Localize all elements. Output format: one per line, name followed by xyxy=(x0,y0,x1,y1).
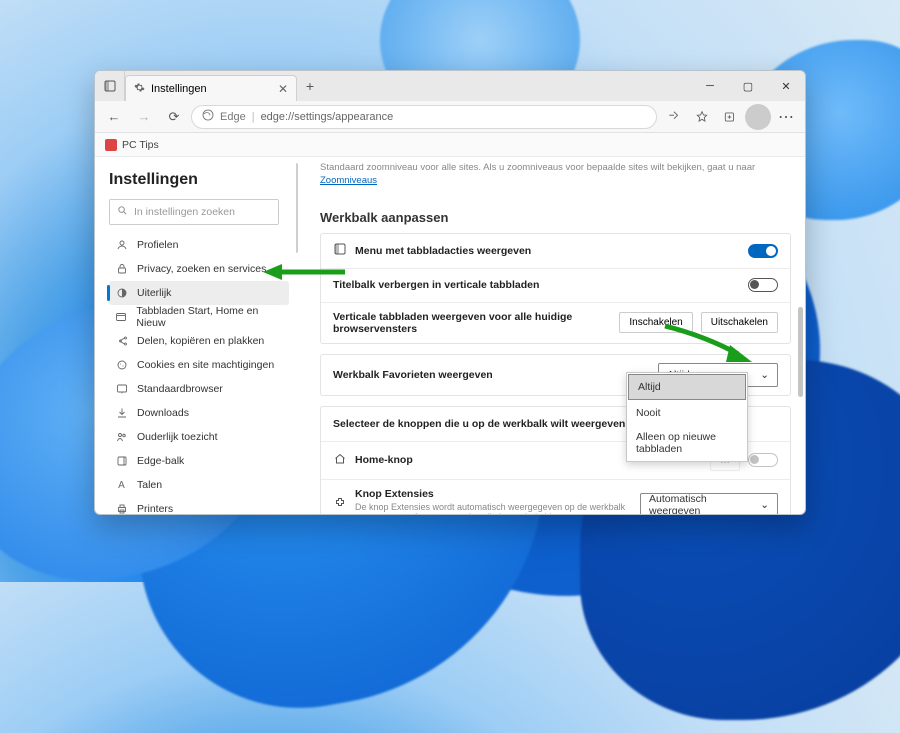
search-placeholder: In instellingen zoeken xyxy=(134,206,235,218)
collections-icon[interactable] xyxy=(717,104,743,130)
enable-button[interactable]: Inschakelen xyxy=(619,312,692,333)
new-tab-button[interactable]: + xyxy=(297,71,323,101)
close-window-button[interactable]: ✕ xyxy=(767,71,805,101)
lock-icon xyxy=(115,263,128,276)
browser-icon xyxy=(115,383,128,396)
nav-languages[interactable]: ATalen xyxy=(109,473,289,497)
home-icon xyxy=(333,453,347,468)
section-toolbar-title: Werkbalk aanpassen xyxy=(320,210,791,225)
row-extensions-button: Knop Extensies De knop Extensies wordt a… xyxy=(321,479,790,514)
favorites-bar: PC Tips xyxy=(95,133,805,157)
settings-main: Standaard zoomniveau voor alle sites. Al… xyxy=(298,157,805,514)
share-icon xyxy=(115,335,128,348)
dropdown-opt-always[interactable]: Altijd xyxy=(628,374,746,400)
favorite-item[interactable]: PC Tips xyxy=(122,139,159,151)
toolbar-panel: Menu met tabbladacties weergeven Titelba… xyxy=(320,233,791,344)
nav-family[interactable]: Ouderlijk toezicht xyxy=(109,425,289,449)
browser-tab[interactable]: Instellingen ✕ xyxy=(125,75,297,101)
toggle-tab-actions[interactable] xyxy=(748,244,778,258)
zoom-hint: Standaard zoomniveau voor alle sites. Al… xyxy=(320,161,791,194)
family-icon xyxy=(115,431,128,444)
printer-icon xyxy=(115,503,128,515)
minimize-button[interactable]: ─ xyxy=(691,71,729,101)
url-text: edge://settings/appearance xyxy=(261,111,394,123)
row-hide-titlebar: Titelbalk verbergen in verticale tabblad… xyxy=(321,268,790,302)
row-tab-actions: Menu met tabbladacties weergeven xyxy=(321,234,790,268)
url-field[interactable]: Edge | edge://settings/appearance xyxy=(191,105,657,129)
dropdown-opt-newtabs[interactable]: Alleen op nieuwe tabbladen xyxy=(627,425,747,461)
more-menu-icon[interactable]: ⋯ xyxy=(773,104,799,130)
nav-profiles[interactable]: Profielen xyxy=(109,233,289,257)
browser-window: Instellingen ✕ + ─ ▢ ✕ ← → ⟳ Edge | edge… xyxy=(94,70,806,515)
favorites-icon[interactable] xyxy=(689,104,715,130)
refresh-button[interactable]: ⟳ xyxy=(161,104,187,130)
tab-title: Instellingen xyxy=(151,83,207,95)
nav-default[interactable]: Standaardbrowser xyxy=(109,377,289,401)
toggle-hide-titlebar[interactable] xyxy=(748,278,778,292)
settings-nav: Profielen Privacy, zoeken en services Ui… xyxy=(109,233,289,514)
favorites-bar-dropdown[interactable]: Altijd Nooit Alleen op nieuwe tabbladen xyxy=(626,372,748,462)
cookies-icon xyxy=(115,359,128,372)
download-icon xyxy=(115,407,128,420)
tab-icon xyxy=(115,311,127,324)
url-edge-label: Edge xyxy=(220,111,246,123)
chevron-down-icon: ⌄ xyxy=(760,369,769,381)
nav-appearance[interactable]: Uiterlijk xyxy=(109,281,289,305)
scrollbar[interactable] xyxy=(798,307,803,397)
language-icon: A xyxy=(115,479,128,492)
forward-button: → xyxy=(131,104,157,130)
toggle-home[interactable] xyxy=(748,453,778,467)
favorite-icon xyxy=(105,139,117,151)
zoom-levels-link[interactable]: Zoomniveaus xyxy=(320,175,377,186)
read-aloud-icon[interactable] xyxy=(661,104,687,130)
back-button[interactable]: ← xyxy=(101,104,127,130)
nav-edgebar[interactable]: Edge-balk xyxy=(109,449,289,473)
nav-downloads[interactable]: Downloads xyxy=(109,401,289,425)
disable-button[interactable]: Uitschakelen xyxy=(701,312,778,333)
nav-share[interactable]: Delen, kopiëren en plakken xyxy=(109,329,289,353)
edge-icon xyxy=(202,109,214,124)
title-bar: Instellingen ✕ + ─ ▢ ✕ xyxy=(95,71,805,101)
dropdown-opt-never[interactable]: Nooit xyxy=(627,401,747,425)
settings-search[interactable]: In instellingen zoeken xyxy=(109,199,279,225)
extensions-select[interactable]: Automatisch weergeven ⌄ xyxy=(640,493,778,514)
gear-icon xyxy=(134,82,145,96)
chevron-down-icon: ⌄ xyxy=(760,499,769,511)
extension-icon xyxy=(333,497,347,512)
appearance-icon xyxy=(115,287,128,300)
nav-printers[interactable]: Printers xyxy=(109,497,289,514)
profile-avatar[interactable] xyxy=(745,104,771,130)
nav-cookies[interactable]: Cookies en site machtigingen xyxy=(109,353,289,377)
tab-actions-icon[interactable] xyxy=(95,71,125,101)
close-tab-icon[interactable]: ✕ xyxy=(278,82,288,96)
edgebar-icon xyxy=(115,455,128,468)
nav-privacy[interactable]: Privacy, zoeken en services xyxy=(109,257,289,281)
row-vertical-tabs: Verticale tabbladen weergeven voor alle … xyxy=(321,302,790,343)
sidebar-heading: Instellingen xyxy=(109,171,289,189)
settings-sidebar: Instellingen In instellingen zoeken Prof… xyxy=(95,157,295,514)
search-icon xyxy=(117,205,128,219)
address-bar: ← → ⟳ Edge | edge://settings/appearance … xyxy=(95,101,805,133)
profile-icon xyxy=(115,239,128,252)
maximize-button[interactable]: ▢ xyxy=(729,71,767,101)
nav-start[interactable]: Tabbladen Start, Home en Nieuw xyxy=(109,305,289,329)
tab-actions-row-icon xyxy=(333,243,347,258)
